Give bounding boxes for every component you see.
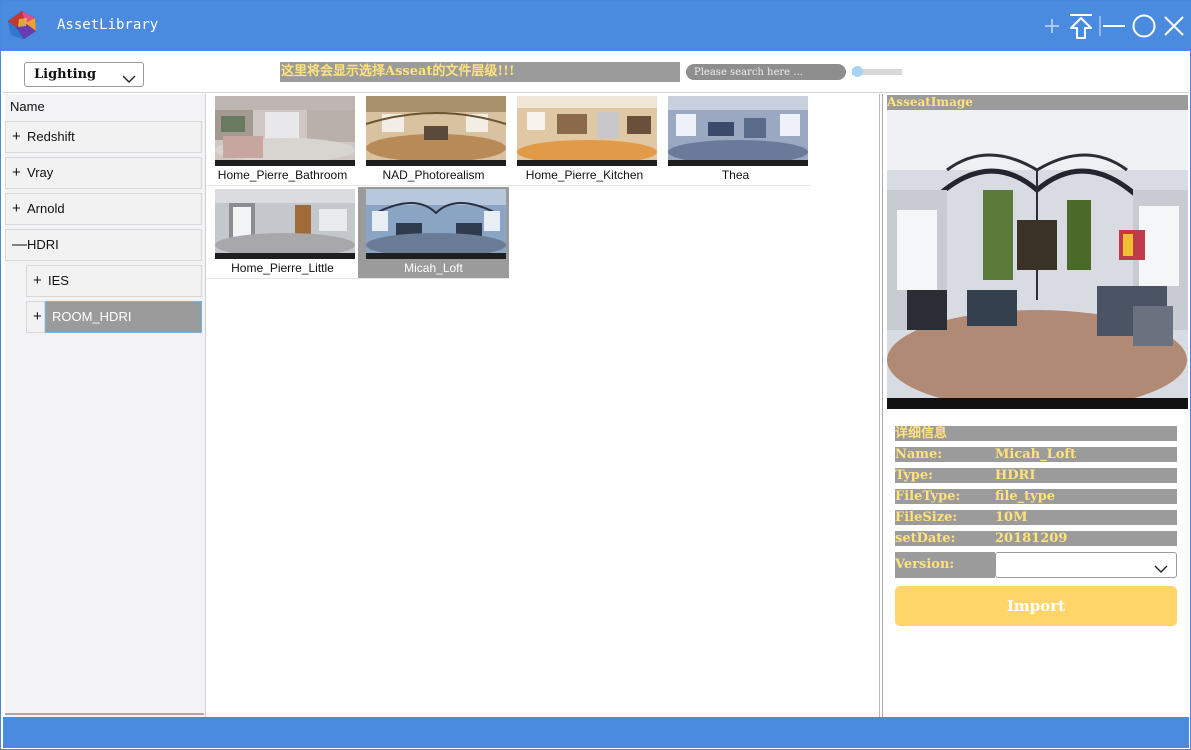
detail-value: file_type [995,489,1056,504]
app-window: AssetLibrary Lighting 这里将会显示选择Asseat的文件层… [0,0,1191,750]
collapse-icon[interactable]: — [12,230,27,260]
tree-item-label: ROOM_HDRI [52,309,132,324]
detail-key: Name: [895,447,943,462]
detail-key: FileSize: [895,510,958,525]
asset-path-display: 这里将会显示选择Asseat的文件层级!!! [280,62,680,82]
detail-key: Type: [895,468,933,483]
divider [5,713,204,715]
asset-name: Home_Pierre_Bathroom [217,168,348,182]
chevron-down-icon [1154,561,1168,579]
detail-row-filetype: FileType: file_type [895,489,1177,504]
slider-handle[interactable] [852,66,863,77]
minimize-icon[interactable] [1099,11,1127,41]
asset-name: Home_Pierre_Kitchen [525,168,644,182]
asset-grid: Home_Pierre_Bathroom NAD_Photorealism Ho… [207,94,880,717]
asset-thumbnail[interactable]: Home_Pierre_Little [207,187,358,279]
tree-item-arnold[interactable]: + Arnold [5,193,202,225]
upload-icon[interactable] [1067,11,1095,41]
detail-value: Micah_Loft [995,447,1077,462]
asset-preview-image [887,110,1188,409]
detail-value: HDRI [995,468,1036,483]
details-title: 详细信息 [895,426,1177,441]
asset-name: NAD_Photorealism [382,168,485,182]
title-bar[interactable]: AssetLibrary [1,1,1191,51]
asset-thumbnail-selected[interactable]: Micah_Loft [358,187,509,279]
detail-row-type: Type: HDRI [895,468,1177,483]
asset-name: Thea [721,168,750,182]
chevron-down-icon [122,69,136,92]
tree-item-ies[interactable]: + IES [26,265,202,297]
detail-key: setDate: [895,531,956,546]
detail-row-filesize: FileSize: 10M [895,510,1177,525]
tree-item-label: Arnold [27,201,65,216]
divider [3,92,1189,93]
expand-icon[interactable]: + [33,266,42,296]
maximize-icon[interactable] [1130,11,1158,41]
asset-preview-image [517,96,657,166]
asset-preview-image [366,189,506,259]
detail-value: 10M [995,510,1028,525]
app-logo-icon [5,9,39,41]
asset-preview-image [668,96,808,166]
tree-item-label: IES [48,273,69,288]
tree-item-label: HDRI [27,237,59,252]
search-input[interactable] [686,64,846,80]
zoom-slider[interactable] [852,66,902,77]
detail-row-setdate: setDate: 20181209 [895,531,1177,546]
asset-name: Micah_Loft [404,261,463,275]
detail-value: 20181209 [995,531,1068,546]
import-button[interactable]: Import [895,586,1177,626]
tree-item-redshift[interactable]: + Redshift [5,121,202,153]
version-label: Version: [895,552,995,578]
asset-preview-image [215,96,355,166]
close-icon[interactable] [1160,11,1188,41]
asset-thumbnail[interactable]: NAD_Photorealism [358,94,509,186]
category-value: Lighting [34,67,97,82]
expand-icon[interactable]: + [33,302,42,332]
asset-thumbnail[interactable]: Home_Pierre_Kitchen [509,94,660,186]
asset-thumbnail[interactable]: Home_Pierre_Bathroom [207,94,358,186]
version-dropdown[interactable] [995,552,1177,578]
preview-label: AsseatImage [887,95,1188,110]
tree-item-label: Redshift [27,129,75,144]
tree-item-vray[interactable]: + Vray [5,157,202,189]
tree-item-room-hdri[interactable]: ROOM_HDRI [45,301,202,333]
tree-item-room-hdri-expander[interactable]: + [26,301,45,333]
detail-row-name: Name: Micah_Loft [895,447,1177,462]
asset-preview-image [366,96,506,166]
tree-item-label: Vray [27,165,54,180]
tree-header-name: Name [10,99,45,114]
category-tree: Name + Redshift + Vray + Arnold — HDRI +… [5,94,206,717]
asset-preview-image [215,189,355,259]
expand-icon[interactable]: + [12,158,21,188]
add-icon[interactable] [1038,11,1066,41]
app-title: AssetLibrary [57,17,159,33]
tree-item-hdri[interactable]: — HDRI [5,229,202,261]
expand-icon[interactable]: + [12,194,21,224]
asset-thumbnail[interactable]: Thea [660,94,811,186]
asset-info-panel: AsseatImage 详细信息 Name: Micah_Loft Type: … [882,94,1189,717]
status-bar [3,717,1189,748]
expand-icon[interactable]: + [12,122,21,152]
asset-name: Home_Pierre_Little [231,261,334,275]
category-dropdown[interactable]: Lighting [24,62,144,87]
detail-key: FileType: [895,489,961,504]
